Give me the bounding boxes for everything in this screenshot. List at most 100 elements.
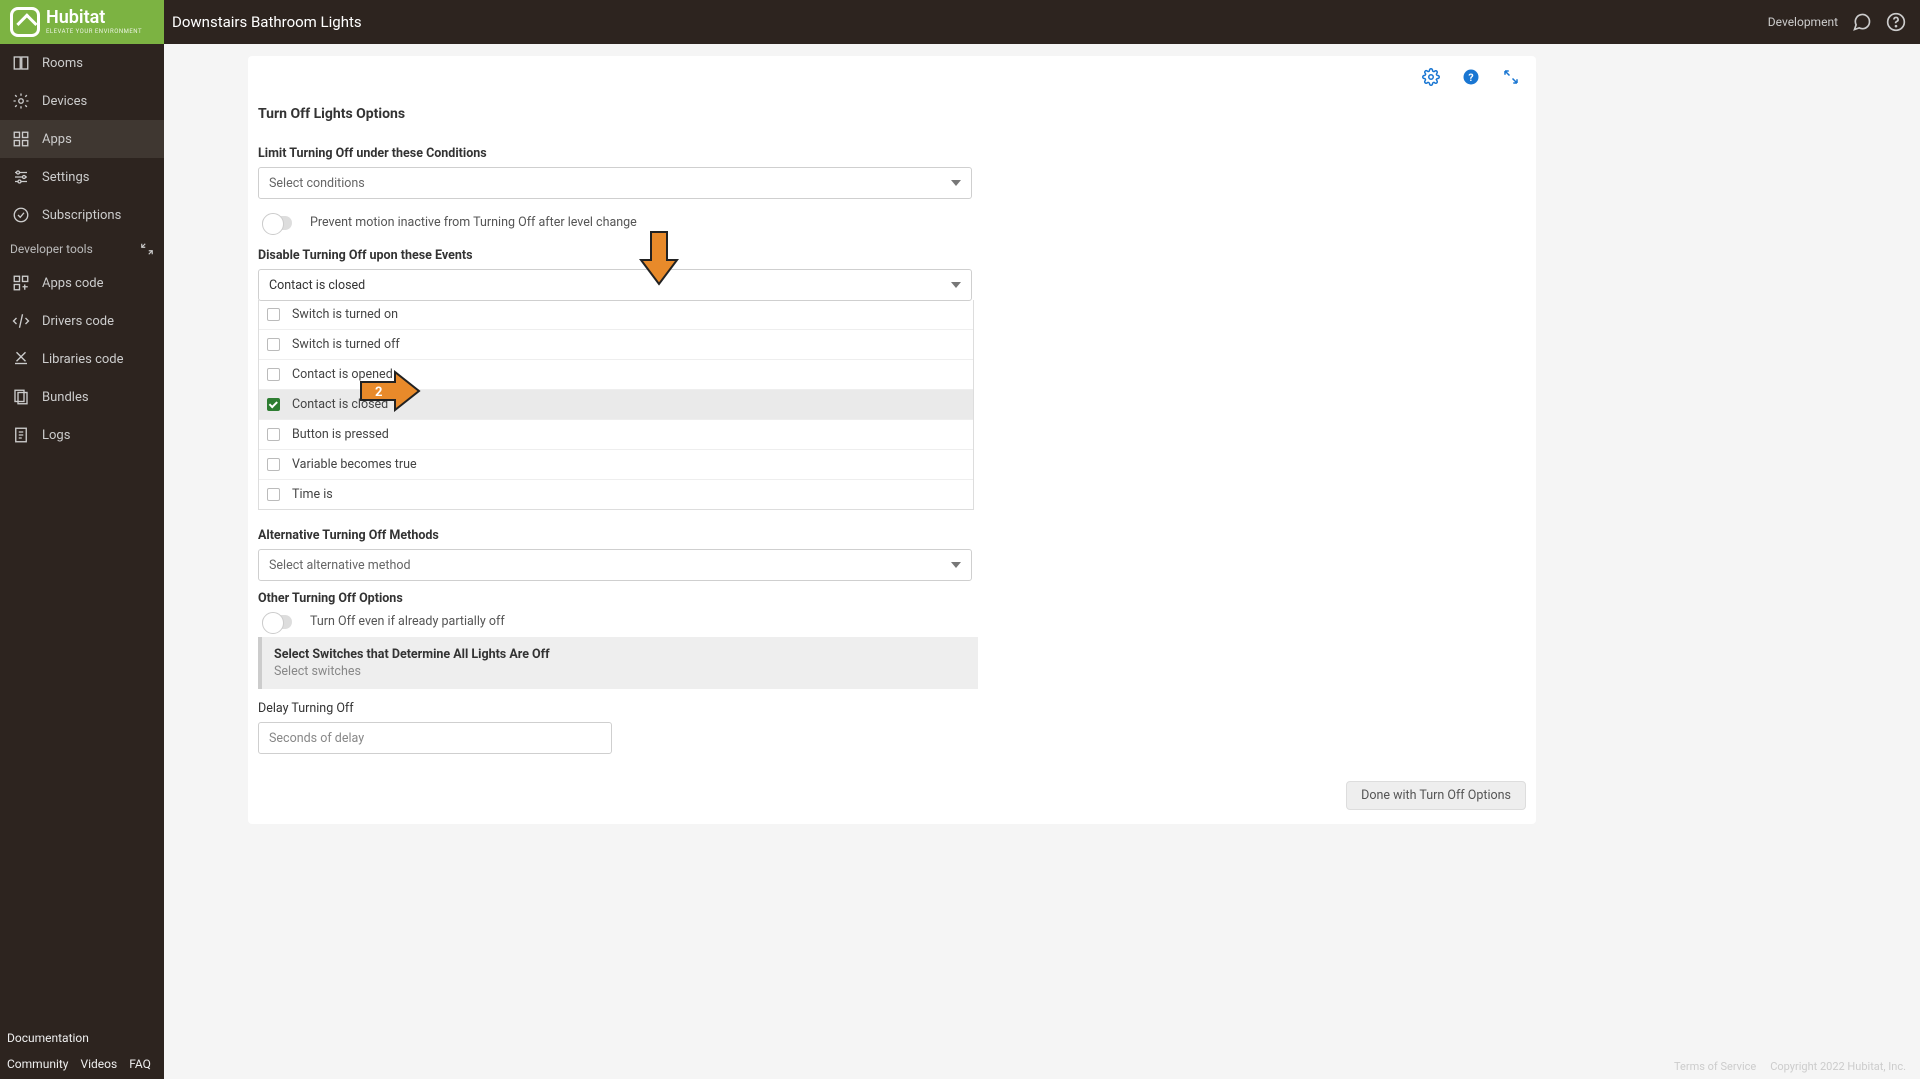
turnoff-partial-row: Turn Off even if already partially off xyxy=(262,614,1526,629)
option-switch-on[interactable]: Switch is turned on xyxy=(259,300,973,330)
delay-label: Delay Turning Off xyxy=(258,701,1526,716)
sidebar-item-settings[interactable]: Settings xyxy=(0,158,164,196)
prevent-motion-row: Prevent motion inactive from Turning Off… xyxy=(262,215,1526,230)
app-header: Hubitat ELEVATE YOUR ENVIRONMENT Downsta… xyxy=(0,0,1920,44)
subscriptions-icon xyxy=(12,206,30,224)
footer-link-videos[interactable]: Videos xyxy=(80,1057,117,1071)
sidebar-item-bundles[interactable]: Bundles xyxy=(0,378,164,416)
select-switches-title: Select Switches that Determine All Light… xyxy=(274,647,966,662)
settings-icon xyxy=(12,168,30,186)
sidebar-item-subscriptions[interactable]: Subscriptions xyxy=(0,196,164,234)
bundles-icon xyxy=(12,388,30,406)
turnoff-partial-toggle[interactable] xyxy=(262,615,292,629)
sidebar-item-label: Drivers code xyxy=(42,314,114,329)
sidebar-item-label: Bundles xyxy=(42,390,89,405)
prevent-motion-toggle[interactable] xyxy=(262,216,292,230)
sidebar-item-label: Logs xyxy=(42,428,70,443)
option-contact-opened[interactable]: Contact is opened xyxy=(259,360,973,390)
option-contact-closed[interactable]: Contact is closed xyxy=(259,390,973,420)
limit-conditions-placeholder: Select conditions xyxy=(269,176,365,191)
checkbox-icon xyxy=(267,308,280,321)
checkbox-icon xyxy=(267,428,280,441)
option-label: Switch is turned off xyxy=(292,337,400,352)
devices-icon xyxy=(12,92,30,110)
chat-icon[interactable] xyxy=(1852,12,1872,32)
other-options-label: Other Turning Off Options xyxy=(258,591,1526,606)
alt-methods-select[interactable]: Select alternative method xyxy=(258,549,972,581)
checkbox-icon xyxy=(267,338,280,351)
option-button-pressed[interactable]: Button is pressed xyxy=(259,420,973,450)
checkbox-icon xyxy=(267,458,280,471)
prevent-motion-label: Prevent motion inactive from Turning Off… xyxy=(310,215,637,230)
sidebar-item-label: Rooms xyxy=(42,56,83,71)
footer-link-community[interactable]: Community xyxy=(7,1057,68,1071)
sidebar-item-label: Apps xyxy=(42,132,72,147)
sidebar-item-driverscode[interactable]: Drivers code xyxy=(0,302,164,340)
tos-link[interactable]: Terms of Service xyxy=(1674,1060,1756,1073)
brand-name: Hubitat xyxy=(46,9,142,27)
select-switches-button[interactable]: Select Switches that Determine All Light… xyxy=(258,637,978,689)
checkbox-icon xyxy=(267,488,280,501)
bottom-right-footer: Terms of Service Copyright 2022 Hubitat,… xyxy=(1674,1060,1906,1073)
option-time-is[interactable]: Time is xyxy=(259,480,973,509)
brand-tagline: ELEVATE YOUR ENVIRONMENT xyxy=(46,28,142,35)
gear-icon[interactable] xyxy=(1422,68,1440,86)
sidebar-footer: Documentation Community Videos FAQ xyxy=(0,1023,164,1079)
sidebar-item-label: Settings xyxy=(42,170,89,185)
card-body: Turn Off Lights Options Limit Turning Of… xyxy=(248,56,1536,816)
rooms-icon xyxy=(12,54,30,72)
limit-conditions-label: Limit Turning Off under these Conditions xyxy=(258,146,1526,161)
sidebar-item-rooms[interactable]: Rooms xyxy=(0,44,164,82)
select-switches-placeholder: Select switches xyxy=(274,664,966,679)
dev-tools-header[interactable]: Developer tools xyxy=(0,234,164,264)
svg-text:?: ? xyxy=(1468,71,1473,84)
brand-logo-icon xyxy=(10,7,40,37)
checkbox-checked-icon xyxy=(267,398,280,411)
driverscode-icon xyxy=(12,312,30,330)
disable-events-label: Disable Turning Off upon these Events xyxy=(258,248,1526,263)
dev-tools-label: Developer tools xyxy=(10,242,93,256)
footer-link-faq[interactable]: FAQ xyxy=(129,1057,151,1071)
option-label: Contact is opened xyxy=(292,367,393,382)
sidebar-item-devices[interactable]: Devices xyxy=(0,82,164,120)
sidebar-item-apps[interactable]: Apps xyxy=(0,120,164,158)
sidebar: Rooms Devices Apps Settings Subscription… xyxy=(0,44,164,1079)
page-title: Downstairs Bathroom Lights xyxy=(164,13,1768,31)
disable-events-select[interactable]: Contact is closed xyxy=(258,269,972,301)
card-actions: ? xyxy=(1422,68,1520,86)
checkbox-icon xyxy=(267,368,280,381)
sidebar-item-label: Libraries code xyxy=(42,352,124,367)
option-variable-true[interactable]: Variable becomes true xyxy=(259,450,973,480)
collapse-icon xyxy=(140,242,154,256)
alt-methods-placeholder: Select alternative method xyxy=(269,558,411,573)
copyright-text: Copyright 2022 Hubitat, Inc. xyxy=(1770,1060,1906,1073)
disable-events-selected: Contact is closed xyxy=(269,278,365,293)
sidebar-item-label: Devices xyxy=(42,94,87,109)
delay-input[interactable] xyxy=(258,722,612,754)
main-area: ? Turn Off Lights Options Limit Turning … xyxy=(164,44,1920,1079)
appscode-icon xyxy=(12,274,30,292)
alt-methods-label: Alternative Turning Off Methods xyxy=(258,528,1526,543)
option-switch-off[interactable]: Switch is turned off xyxy=(259,330,973,360)
sidebar-item-label: Subscriptions xyxy=(42,208,121,223)
turnoff-partial-label: Turn Off even if already partially off xyxy=(310,614,505,629)
option-label: Variable becomes true xyxy=(292,457,417,472)
disable-events-dropdown: Switch is turned on Switch is turned off… xyxy=(258,300,974,510)
expand-icon[interactable] xyxy=(1502,68,1520,86)
help-header-icon[interactable] xyxy=(1886,12,1906,32)
help-icon[interactable]: ? xyxy=(1462,68,1480,86)
option-label: Button is pressed xyxy=(292,427,389,442)
header-right: Development xyxy=(1768,12,1920,32)
footer-link-documentation[interactable]: Documentation xyxy=(7,1031,89,1045)
sidebar-item-librariescode[interactable]: Libraries code xyxy=(0,340,164,378)
limit-conditions-select[interactable]: Select conditions xyxy=(258,167,972,199)
sidebar-item-appscode[interactable]: Apps code xyxy=(0,264,164,302)
sidebar-item-logs[interactable]: Logs xyxy=(0,416,164,454)
option-label: Time is xyxy=(292,487,333,502)
librariescode-icon xyxy=(12,350,30,368)
option-label: Contact is closed xyxy=(292,397,388,412)
done-button[interactable]: Done with Turn Off Options xyxy=(1346,781,1526,810)
brand-logo[interactable]: Hubitat ELEVATE YOUR ENVIRONMENT xyxy=(0,0,164,44)
brand-text-wrap: Hubitat ELEVATE YOUR ENVIRONMENT xyxy=(46,9,142,35)
section-title: Turn Off Lights Options xyxy=(258,106,1526,122)
